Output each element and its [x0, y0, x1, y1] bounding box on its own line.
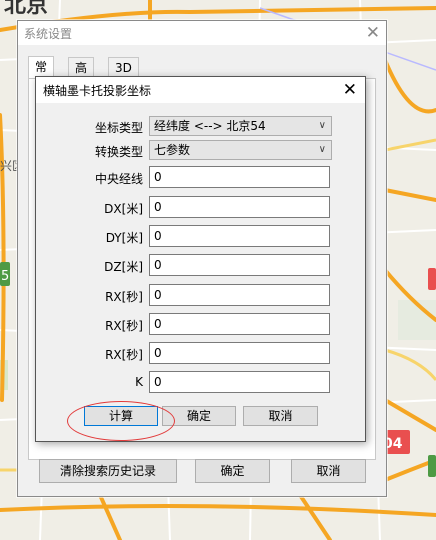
dx-row: DX[米] — [36, 196, 365, 220]
close-icon[interactable]: ✕ — [343, 77, 357, 103]
tm-projection-titlebar[interactable]: 横轴墨卡托投影坐标 ✕ — [36, 77, 365, 103]
transform-type-select[interactable]: 七参数 ∨ — [149, 140, 332, 160]
chevron-down-icon: ∨ — [318, 120, 326, 131]
system-settings-titlebar[interactable]: 系统设置 ✕ — [18, 21, 386, 45]
close-icon[interactable]: ✕ — [366, 21, 380, 45]
tm-projection-dialog: 横轴墨卡托投影坐标 ✕ 坐标类型 经纬度 <--> 北京54 ∨ 转换类型 七参… — [35, 76, 366, 442]
dz-input[interactable] — [149, 254, 330, 276]
rx-row-3: RX[秒] — [36, 342, 365, 366]
transform-type-label: 转换类型 — [94, 145, 143, 159]
rx-label-1: RX[秒] — [105, 290, 143, 304]
dz-row: DZ[米] — [36, 254, 365, 278]
tm-cancel-button[interactable]: 取消 — [243, 406, 318, 426]
k-row: K — [36, 371, 365, 395]
dy-row: DY[米] — [36, 225, 365, 249]
rx-label-3: RX[秒] — [105, 348, 143, 362]
tab-3d[interactable]: 3D — [108, 57, 139, 78]
tab-advanced[interactable]: 高级 — [68, 57, 95, 95]
map-label-beijing: 北京 — [4, 0, 48, 18]
dy-label: DY[米] — [105, 231, 143, 245]
settings-ok-button[interactable]: 确定 — [195, 459, 270, 483]
map-label-5: 5 — [1, 269, 9, 284]
central-meridian-input[interactable] — [149, 166, 330, 188]
rx-input-1[interactable] — [149, 284, 330, 306]
rx-label-2: RX[秒] — [105, 319, 143, 333]
rx-input-3[interactable] — [149, 342, 330, 364]
chevron-down-icon: ∨ — [318, 144, 326, 155]
k-input[interactable] — [149, 371, 330, 393]
rx-input-2[interactable] — [149, 313, 330, 335]
clear-search-history-button[interactable]: 清除搜索历史记录 — [39, 459, 177, 483]
central-meridian-label: 中央经线 — [94, 172, 143, 186]
k-label: K — [135, 375, 143, 389]
system-settings-title: 系统设置 — [24, 27, 73, 41]
coord-type-value: 经纬度 <--> 北京54 — [154, 119, 266, 133]
transform-type-value: 七参数 — [154, 143, 191, 157]
rx-row-1: RX[秒] — [36, 284, 365, 308]
rx-row-2: RX[秒] — [36, 313, 365, 337]
coord-type-label: 坐标类型 — [94, 121, 143, 135]
dz-label: DZ[米] — [104, 260, 143, 274]
dx-input[interactable] — [149, 196, 330, 218]
calculate-button[interactable]: 计算 — [84, 406, 158, 426]
settings-cancel-button[interactable]: 取消 — [291, 459, 366, 483]
coord-type-select[interactable]: 经纬度 <--> 北京54 ∨ — [149, 116, 332, 136]
tm-projection-title: 横轴墨卡托投影坐标 — [43, 84, 152, 98]
dy-input[interactable] — [149, 225, 330, 247]
tm-ok-button[interactable]: 确定 — [162, 406, 236, 426]
transform-type-row: 转换类型 七参数 ∨ — [36, 139, 365, 163]
coord-type-row: 坐标类型 经纬度 <--> 北京54 ∨ — [36, 115, 365, 139]
central-meridian-row: 中央经线 — [36, 166, 365, 190]
dx-label: DX[米] — [104, 202, 143, 216]
